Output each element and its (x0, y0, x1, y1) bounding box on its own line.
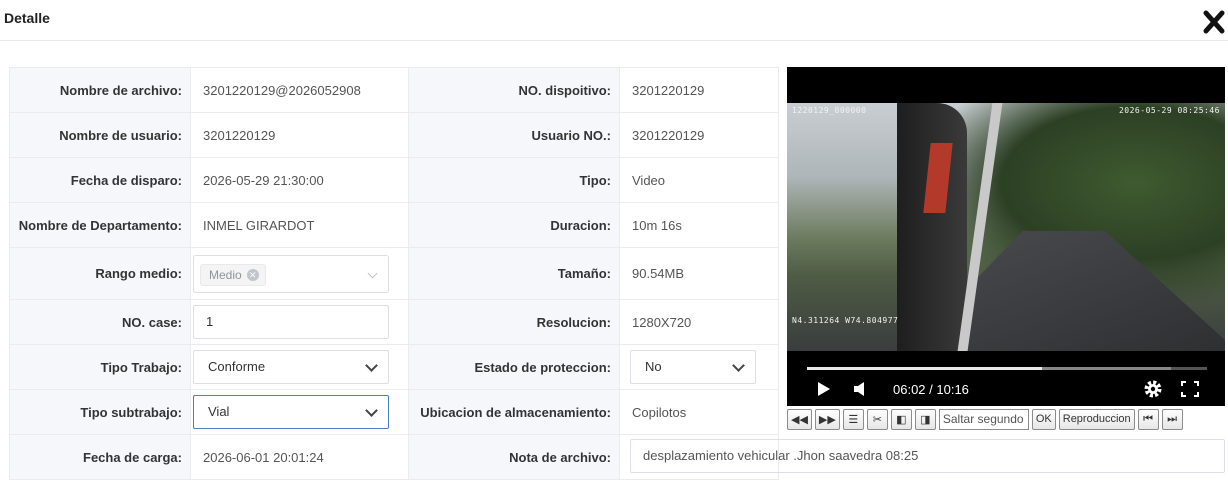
skip-end-button[interactable]: ⏭ (1161, 408, 1183, 430)
label-tamano: Tamaño: (408, 247, 620, 300)
value-nombre-usuario: 3201220129 (190, 112, 409, 158)
label-estado-proteccion: Estado de proteccion: (408, 344, 620, 390)
estado-proteccion-select[interactable]: No (630, 350, 756, 384)
osd-timestamp: 2026-05-29 08:25:46 (1118, 106, 1220, 115)
label-nota: Nota de archivo: (408, 434, 620, 480)
tipo-subtrabajo-value: Vial (208, 404, 230, 419)
nota-archivo-input[interactable]: desplazamiento vehicular .Jhon saavedra … (630, 439, 1225, 473)
label-no-dispositivo: NO. dispoitivo: (408, 67, 620, 113)
value-fecha-disparo: 2026-05-29 21:30:00 (190, 157, 409, 203)
video-time: 06:02 / 10:16 (893, 382, 969, 397)
value-departamento: INMEL GIRARDOT (190, 202, 409, 248)
detail-form: Nombre de archivo: 3201220129@2026052908… (9, 67, 779, 480)
fast-forward-button[interactable]: ▶▶ (814, 408, 840, 430)
rewind-icon: ◀◀ (791, 413, 808, 426)
value-duracion: 10m 16s (619, 202, 779, 248)
video-frame[interactable]: 1220129_000000 2026-05-29 08:25:46 N4.31… (787, 103, 1225, 351)
playback-button[interactable]: Reproduccion (1058, 408, 1135, 430)
label-tipo-subtrabajo: Tipo subtrabajo: (9, 389, 191, 435)
label-tipo-trabajo: Tipo Trabajo: (9, 344, 191, 390)
skip-start-button[interactable]: ⏮ (1137, 408, 1159, 430)
osd-device-id: 1220129_000000 (792, 106, 867, 115)
seek-seconds-input[interactable]: Saltar segundo (938, 408, 1029, 430)
video-progress-fill (807, 367, 1042, 370)
label-rango-medio: Rango medio: (9, 247, 191, 300)
chevron-down-icon (365, 404, 378, 417)
label-resolucion: Resolucion: (408, 299, 620, 345)
chevron-down-icon (367, 268, 378, 278)
frame-forward-icon: ◨ (920, 413, 931, 426)
label-no-case: NO. case: (9, 299, 191, 345)
estado-proteccion-value: No (645, 359, 662, 374)
rango-medio-tag: Medio ✕ (200, 263, 266, 286)
gear-icon[interactable] (1143, 379, 1163, 404)
video-controls: 06:02 / 10:16 (787, 375, 1225, 403)
rango-medio-select[interactable]: Medio ✕ (193, 254, 389, 293)
label-usuario-no: Usuario NO.: (408, 112, 620, 158)
skip-end-icon: ⏭ (1167, 412, 1178, 425)
play-icon[interactable] (817, 381, 831, 402)
label-nombre-usuario: Nombre de usuario: (9, 112, 191, 158)
frame-back-icon: ◧ (896, 413, 907, 426)
label-fecha-disparo: Fecha de disparo: (9, 157, 191, 203)
value-tipo: Video (619, 157, 779, 203)
list-button[interactable]: ☰ (842, 408, 864, 430)
label-tipo: Tipo: (408, 157, 620, 203)
scissors-icon: ✂ (872, 413, 882, 426)
value-nombre-archivo: 3201220129@2026052908 (190, 67, 409, 113)
dialog-header: Detalle (0, 0, 1228, 41)
rango-medio-tag-label: Medio (209, 267, 242, 282)
dialog-title: Detalle (4, 10, 50, 26)
tipo-trabajo-value: Conforme (208, 359, 266, 374)
no-case-input[interactable]: 1 (193, 305, 389, 339)
video-toolbar: ◀◀ ▶▶ ☰ ✂ ◧ ◨ Saltar segundo OK Reproduc… (787, 407, 1227, 431)
video-scene-vehicle (897, 103, 967, 351)
label-ubicacion: Ubicacion de almacenamiento: (408, 389, 620, 435)
value-fecha-carga: 2026-06-01 20:01:24 (190, 434, 409, 480)
next-frame-button[interactable]: ◨ (914, 408, 936, 430)
value-no-dispositivo: 3201220129 (619, 67, 779, 113)
label-duracion: Duracion: (408, 202, 620, 248)
label-fecha-carga: Fecha de carga: (9, 434, 191, 480)
value-usuario-no: 3201220129 (619, 112, 779, 158)
tipo-subtrabajo-select[interactable]: Vial (193, 395, 389, 429)
value-resolucion: 1280X720 (619, 299, 779, 345)
rewind-button[interactable]: ◀◀ (787, 408, 812, 430)
tipo-trabajo-select[interactable]: Conforme (193, 350, 389, 384)
chevron-down-icon (732, 359, 745, 372)
video-player[interactable]: 1220129_000000 2026-05-29 08:25:46 N4.31… (787, 67, 1225, 406)
cut-button[interactable]: ✂ (866, 408, 888, 430)
list-icon: ☰ (848, 413, 859, 426)
fast-forward-icon: ▶▶ (818, 413, 836, 426)
fullscreen-icon[interactable] (1181, 381, 1199, 402)
video-progress-bar[interactable] (807, 367, 1207, 370)
volume-icon[interactable] (853, 381, 867, 402)
value-ubicacion: Copilotos (619, 389, 779, 435)
osd-gps: N4.311264 W74.804977 (792, 316, 899, 325)
ok-button[interactable]: OK (1031, 408, 1056, 430)
value-tamano: 90.54MB (619, 247, 779, 300)
label-departamento: Nombre de Departamento: (9, 202, 191, 248)
skip-start-icon: ⏮ (1143, 412, 1154, 425)
prev-frame-button[interactable]: ◧ (890, 408, 912, 430)
close-icon[interactable] (1203, 10, 1225, 34)
label-nombre-archivo: Nombre de archivo: (9, 67, 191, 113)
tag-remove-icon[interactable]: ✕ (246, 268, 259, 281)
chevron-down-icon (365, 359, 378, 372)
